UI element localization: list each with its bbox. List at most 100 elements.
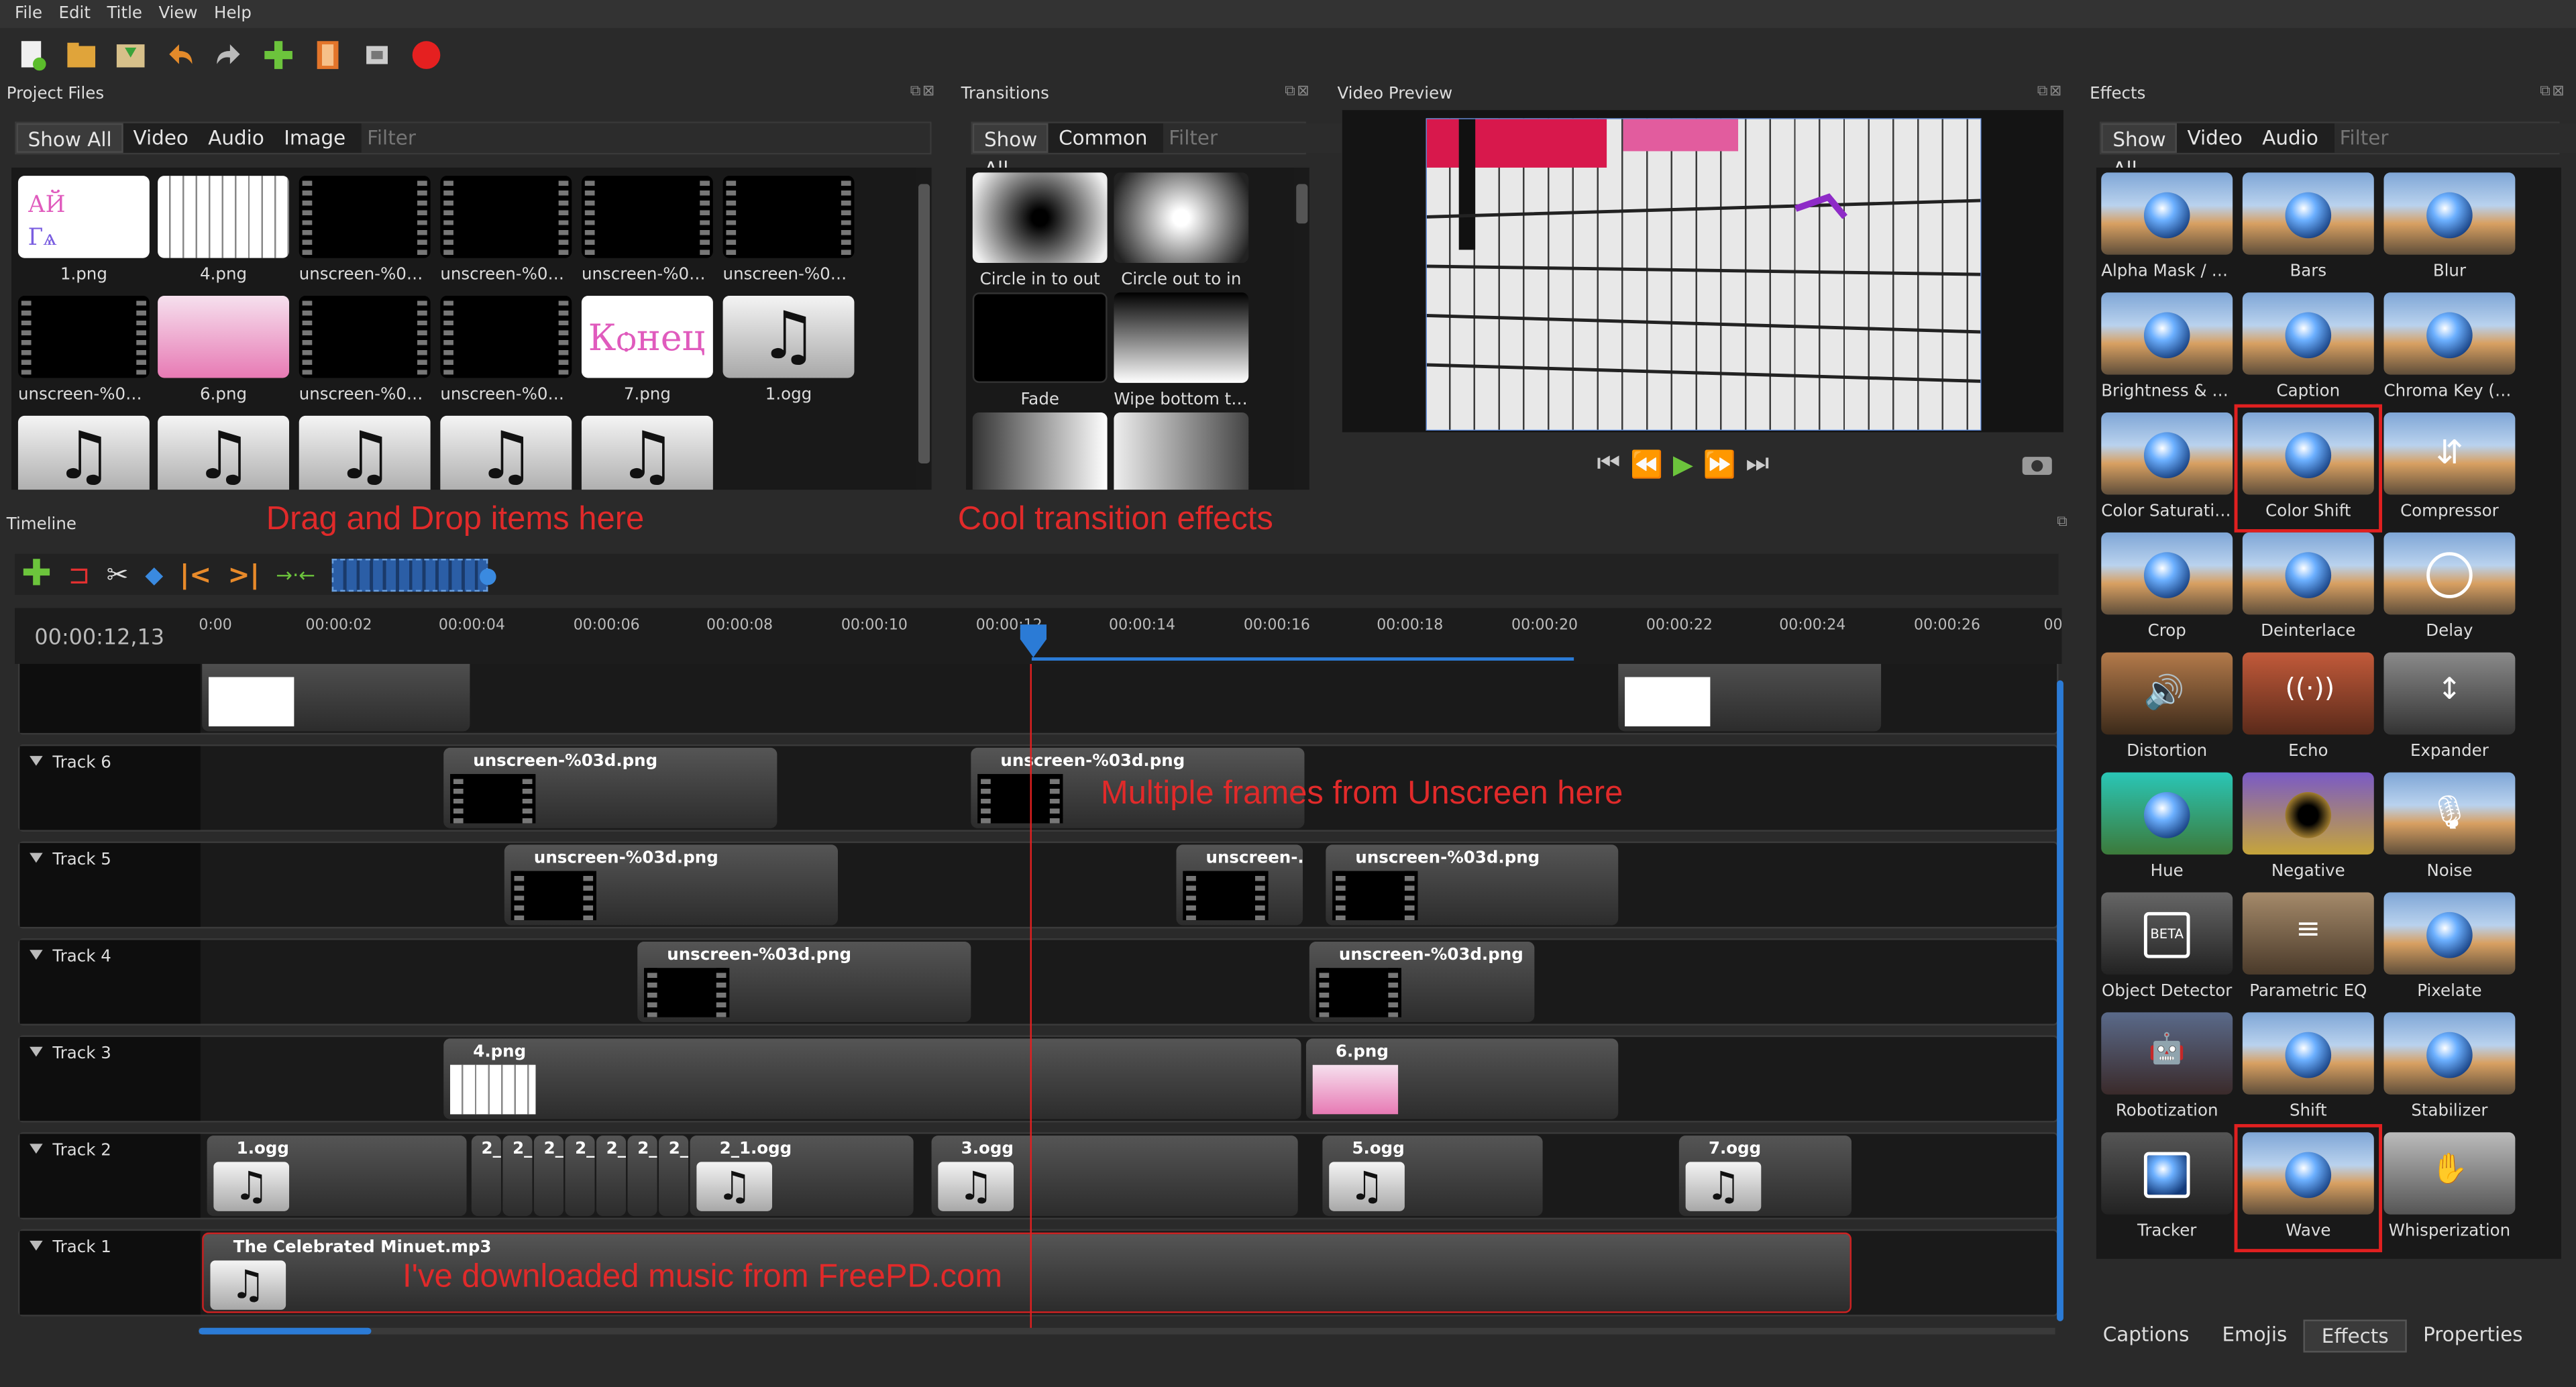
effect-item-compressor[interactable]: ⇵ Compressor [2383,412,2516,521]
clip[interactable]: unscreen-%03d.png [1309,941,1535,1023]
clip[interactable] [202,663,470,732]
file-item[interactable]: 6.png [158,296,290,404]
clip[interactable]: 3.ogg ♫ [931,1135,1298,1217]
file-item[interactable]: ♫ [17,415,150,490]
tab-video[interactable]: Video [2178,123,2253,153]
project-files-scrollbar[interactable] [916,167,932,490]
transitions-dock-buttons[interactable]: ⧉⊠ [1285,84,1311,101]
profile-icon[interactable] [312,39,343,70]
tab-audio[interactable]: Audio [2253,123,2328,153]
export-video-icon[interactable] [411,39,442,70]
file-item[interactable]: ♫ 1.ogg [722,296,855,404]
clip[interactable]: unscreen-%03d.png [504,844,838,926]
jump-end-icon[interactable]: ⏭ [1746,447,1769,480]
clip[interactable]: 2_1.ogg ♫ [690,1135,914,1217]
effect-item-noise[interactable]: 🎙 Noise [2383,772,2516,881]
redo-icon[interactable] [213,39,245,70]
tab-common[interactable]: Common [1049,123,1157,153]
transition-item[interactable]: Fade [972,292,1108,409]
collapse-icon[interactable] [30,1144,43,1154]
track[interactable]: Track 2 1.ogg ♫ 2_ 2_ 2_ 2_ 2_ 2_ 2_ 2_1.… [17,1132,2059,1220]
effect-item-deinterlace[interactable]: Deinterlace [2242,532,2374,641]
file-item[interactable]: unscreen-%03d.... [440,296,572,404]
play-icon[interactable]: ▶ [1673,448,1693,480]
clip[interactable]: 2_ [471,1135,501,1217]
menu-view[interactable]: View [158,5,197,23]
transition-item[interactable]: Circle in to out [972,172,1108,289]
tab-show-all[interactable]: Show All [16,123,123,153]
camera-icon[interactable] [2021,452,2053,476]
save-project-icon[interactable] [115,39,146,70]
previous-marker-icon[interactable]: |< [180,559,211,590]
zoom-slider[interactable] [331,557,496,591]
transition-item[interactable] [972,412,1108,490]
clip[interactable]: unscreen-%03d.png [1326,844,1619,926]
effect-item-caption[interactable]: Caption [2242,292,2374,401]
clip[interactable]: 2_ [502,1135,533,1217]
clip[interactable]: 6.png [1305,1038,1619,1119]
project-files-dock-buttons[interactable]: ⧉⊠ [910,84,936,101]
file-item[interactable]: unscreen-%03d.... [581,176,713,284]
track[interactable] [17,663,2059,735]
tab-captions[interactable]: Captions [2086,1320,2206,1353]
effect-item-alpha-mask[interactable]: Alpha Mask / Wi... [2101,172,2233,281]
transitions-scrollbar[interactable] [1294,167,1309,490]
import-files-icon[interactable] [263,39,294,70]
clip[interactable]: 2_ [659,1135,689,1217]
playhead-handle[interactable] [1018,623,1048,659]
clip[interactable]: 2_ [596,1135,627,1217]
effect-item-color-shift[interactable]: Color Shift [2234,404,2383,533]
effects-filter-input[interactable] [2334,123,2576,153]
file-item[interactable]: ♫ [158,415,290,490]
razor-icon[interactable]: ✂ [107,559,129,590]
video-frame[interactable] [1426,118,1982,431]
clip[interactable]: unscreen-... [1176,844,1303,926]
tab-audio[interactable]: Audio [199,123,274,153]
track[interactable]: Track 6 unscreen-%03d.png unscreen-%03d.… [17,744,2059,832]
undo-icon[interactable] [164,39,196,70]
file-item[interactable]: 4.png [158,176,290,284]
collapse-icon[interactable] [30,1240,43,1251]
effect-item-shift[interactable]: Shift [2242,1012,2374,1121]
effect-item-bars[interactable]: Bars [2242,172,2374,281]
clip[interactable]: unscreen-%03d.png [637,941,971,1023]
tab-show-all[interactable]: Show All [2101,123,2178,181]
clip[interactable] [1618,663,1882,732]
clip[interactable]: 1.ogg ♫ [207,1135,467,1217]
transition-item[interactable]: Wipe bottom to ... [1114,292,1249,409]
tab-video[interactable]: Video [123,123,199,153]
jump-start-icon[interactable]: ⏮ [1597,447,1620,480]
file-item[interactable]: unscreen-%03d.... [299,176,431,284]
effect-item-expander[interactable]: ↕ Expander [2383,652,2516,761]
file-item[interactable]: АЙ Гѧ 1.png [17,176,150,284]
effect-item-parametric-eq[interactable]: ≡ Parametric EQ [2242,892,2374,1001]
collapse-icon[interactable] [30,756,43,766]
fast-forward-icon[interactable]: ⏩ [1703,448,1736,480]
tab-properties[interactable]: Properties [2407,1320,2540,1353]
project-files-filter-input[interactable] [362,123,930,153]
collapse-icon[interactable] [30,1046,43,1057]
menu-edit[interactable]: Edit [59,5,91,23]
effect-item-blur[interactable]: Blur [2383,172,2516,281]
effect-item-whisperization[interactable]: ✋ Whisperization [2383,1132,2516,1241]
clip[interactable]: unscreen-%03d.png [443,747,777,828]
track[interactable]: Track 1 The Celebrated Minuet.mp3 ♫ [17,1229,2059,1317]
effects-dock-buttons[interactable]: ⧉⊠ [2540,84,2566,101]
add-marker-icon[interactable]: ⬥ [145,558,163,591]
collapse-icon[interactable] [30,852,43,863]
effect-item-distortion[interactable]: 🔊 Distortion [2101,652,2233,761]
snapping-icon[interactable]: ⊐ [68,559,90,590]
track[interactable]: Track 5 unscreen-%03d.png unscreen-... u… [17,841,2059,929]
file-item[interactable]: unscreen-%03d.... [17,296,150,404]
effect-item-negative[interactable]: Negative [2242,772,2374,881]
effect-item-object-detector[interactable]: BETA Object Detector [2101,892,2233,1001]
effect-item-hue[interactable]: Hue [2101,772,2233,881]
collapse-icon[interactable] [30,950,43,960]
clip[interactable]: 2_ [565,1135,595,1217]
effect-item-tracker[interactable]: Tracker [2101,1132,2233,1241]
effect-item-chroma-key[interactable]: Chroma Key (Gre... [2383,292,2516,401]
rewind-icon[interactable]: ⏪ [1630,448,1663,480]
menu-file[interactable]: File [15,5,42,23]
new-project-icon[interactable] [16,39,48,70]
timeline-dock-buttons[interactable]: ⧉ [2057,514,2069,531]
